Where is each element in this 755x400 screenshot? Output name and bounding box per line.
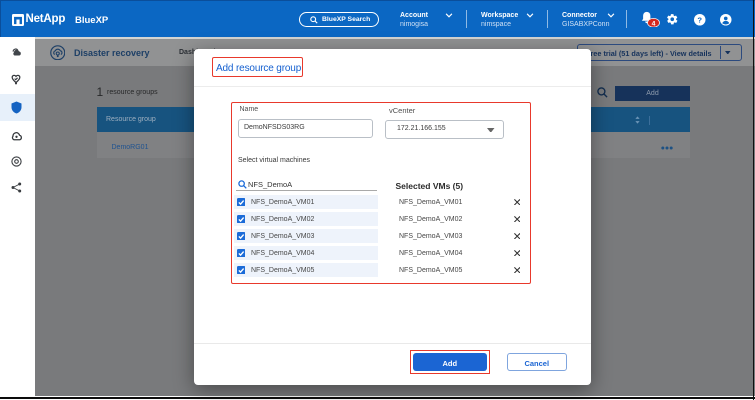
- svg-text:?: ?: [697, 15, 702, 24]
- svg-text:4: 4: [651, 20, 655, 27]
